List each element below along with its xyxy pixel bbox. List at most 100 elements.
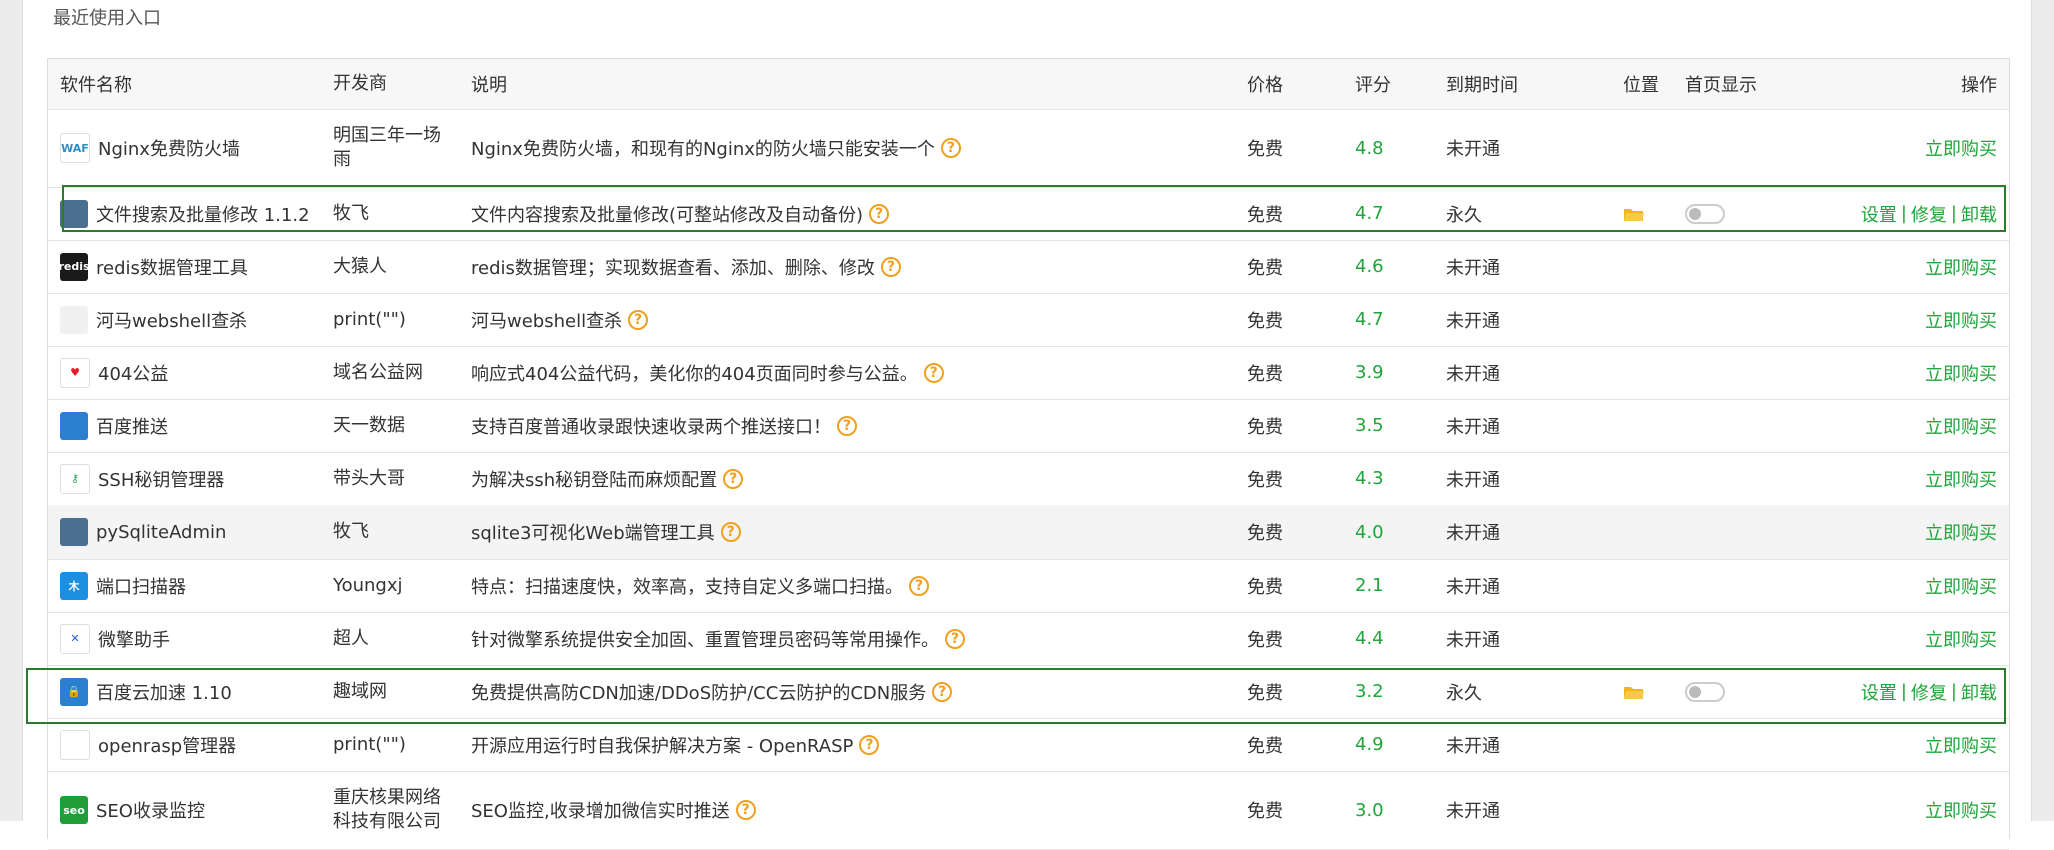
- plugin-developer: 带头大哥: [333, 467, 405, 489]
- plugin-developer: 牧飞: [333, 521, 369, 542]
- plugin-operations: 立即购买: [1797, 505, 1997, 559]
- repair-link[interactable]: 修复: [1911, 679, 1947, 705]
- column-header-expire: 到期时间: [1446, 75, 1518, 96]
- folder-icon[interactable]: [1623, 206, 1645, 222]
- plugin-operations: 设置 | 修复 | 卸载: [1797, 665, 1997, 718]
- plugin-score: 4.9: [1355, 734, 1384, 755]
- plugin-description: SEO监控,收录增加微信实时推送: [471, 801, 730, 822]
- plugin-description: 特点：扫描速度快，效率高，支持自定义多端口扫描。: [471, 576, 903, 598]
- buy-now-link[interactable]: 立即购买: [1925, 797, 1997, 823]
- plugin-description-cell: 河马webshell查杀?: [471, 293, 1251, 346]
- plugin-price: 免费: [1247, 204, 1283, 226]
- uninstall-link[interactable]: 卸载: [1961, 679, 1997, 705]
- help-icon[interactable]: ?: [859, 734, 880, 755]
- plugin-description-cell: 开源应用运行时自我保护解决方案 - OpenRASP?: [471, 718, 1251, 771]
- plugin-developer: 重庆核果网络科技有限公司: [333, 787, 441, 832]
- plugin-description: 响应式404公益代码，美化你的404页面同时参与公益。: [471, 363, 918, 385]
- plugin-position-cell: [1623, 665, 1683, 718]
- plugin-operations: 立即购买: [1797, 240, 1997, 293]
- help-icon[interactable]: ?: [723, 468, 744, 489]
- column-header-name: 软件名称: [60, 75, 132, 96]
- sqlite-icon: [60, 518, 88, 546]
- plugin-name: 微擎助手: [98, 629, 170, 651]
- hippo-icon: [60, 305, 88, 334]
- plugin-position-cell: [1623, 187, 1683, 240]
- plugin-description-cell: Nginx免费防火墙，和现有的Nginx的防火墙只能安装一个?: [471, 109, 1251, 187]
- help-icon[interactable]: ?: [940, 138, 961, 158]
- file-search-icon: [60, 199, 88, 228]
- plugin-score: 4.3: [1355, 468, 1384, 489]
- buy-now-link[interactable]: 立即购买: [1925, 360, 1997, 386]
- plugin-price: 免费: [1247, 310, 1283, 332]
- plugin-operations: 立即购买: [1797, 771, 1997, 849]
- plugin-name: 百度推送: [96, 416, 168, 438]
- repair-link[interactable]: 修复: [1911, 201, 1947, 227]
- buy-now-link[interactable]: 立即购买: [1925, 626, 1997, 652]
- help-icon[interactable]: ?: [932, 681, 953, 702]
- help-icon[interactable]: ?: [720, 522, 741, 542]
- plugin-name-cell: redis redis数据管理工具: [60, 240, 320, 293]
- plugin-description-cell: SEO监控,收录增加微信实时推送?: [471, 771, 1251, 849]
- plugin-score: 2.1: [1355, 575, 1384, 596]
- plugin-description: Nginx免费防火墙，和现有的Nginx的防火墙只能安装一个: [471, 139, 935, 160]
- buy-now-link[interactable]: 立即购买: [1925, 573, 1997, 599]
- plugin-description: 支持百度普通收录跟快速收录两个推送接口！: [471, 416, 831, 438]
- settings-link[interactable]: 设置: [1861, 679, 1897, 705]
- buy-now-link[interactable]: 立即购买: [1925, 135, 1997, 161]
- plugin-developer: print(""): [333, 733, 406, 755]
- buy-now-link[interactable]: 立即购买: [1925, 413, 1997, 439]
- buy-now-link[interactable]: 立即购买: [1925, 732, 1997, 758]
- plugin-expire: 未开通: [1446, 469, 1500, 491]
- plugin-expire: 未开通: [1446, 523, 1500, 544]
- help-icon[interactable]: ?: [869, 203, 890, 224]
- separator: |: [1950, 203, 1957, 224]
- plugin-developer: 牧飞: [333, 202, 369, 224]
- help-icon[interactable]: ?: [880, 256, 901, 277]
- buy-now-link[interactable]: 立即购买: [1925, 254, 1997, 280]
- help-icon[interactable]: ?: [923, 362, 944, 383]
- plugin-name: Nginx免费防火墙: [98, 139, 240, 160]
- plugin-name-cell: pySqliteAdmin: [60, 505, 320, 559]
- column-header-home-display: 首页显示: [1685, 75, 1757, 96]
- heart-icon: ♥: [60, 357, 90, 388]
- help-icon[interactable]: ?: [945, 628, 965, 649]
- help-icon[interactable]: ?: [909, 575, 929, 596]
- help-icon[interactable]: ?: [628, 309, 649, 330]
- plugin-price: 免费: [1247, 523, 1283, 544]
- buy-now-link[interactable]: 立即购买: [1925, 307, 1997, 333]
- buy-now-link[interactable]: 立即购买: [1925, 519, 1997, 545]
- settings-link[interactable]: 设置: [1861, 201, 1897, 227]
- plugin-score: 4.4: [1355, 628, 1384, 649]
- plugin-price: 免费: [1247, 469, 1283, 491]
- help-icon[interactable]: ?: [735, 800, 756, 820]
- plugin-name: SEO收录监控: [96, 801, 205, 822]
- plugin-description-cell: 为解决ssh秘钥登陆而麻烦配置?: [471, 452, 1251, 505]
- left-scroll-rail: [0, 0, 23, 821]
- plugin-operations: 立即购买: [1797, 452, 1997, 505]
- column-header-score: 评分: [1355, 75, 1391, 96]
- plugin-score: 3.9: [1355, 362, 1384, 383]
- plugin-price: 免费: [1247, 257, 1283, 279]
- plugin-description: 开源应用运行时自我保护解决方案 - OpenRASP: [471, 735, 854, 757]
- plugin-expire: 未开通: [1446, 576, 1500, 598]
- plugin-developer: 大猿人: [333, 255, 387, 277]
- plugin-name: 百度云加速 1.10: [96, 682, 232, 704]
- plugin-operations: 立即购买: [1797, 559, 1997, 612]
- home-display-toggle[interactable]: [1685, 203, 1725, 224]
- plugin-developer: 域名公益网: [333, 361, 423, 383]
- plugin-name-cell: WAF Nginx免费防火墙: [60, 109, 320, 187]
- folder-icon[interactable]: [1623, 684, 1645, 700]
- column-header-price: 价格: [1247, 75, 1283, 96]
- tools-icon: ✕: [60, 623, 90, 654]
- table-row: ✕ 微擎助手 超人 针对微擎系统提供安全加固、重置管理员密码等常用操作。? 免费 4.4 未…: [48, 612, 2009, 666]
- buy-now-link[interactable]: 立即购买: [1925, 466, 1997, 492]
- column-header-developer: 开发商: [333, 73, 387, 94]
- column-header-description: 说明: [471, 75, 507, 96]
- plugin-expire: 永久: [1446, 682, 1482, 704]
- plugin-description-cell: 特点：扫描速度快，效率高，支持自定义多端口扫描。?: [471, 559, 1251, 612]
- table-row: seo SEO收录监控 重庆核果网络科技有限公司 SEO监控,收录增加微信实时推送? 免…: [48, 771, 2009, 850]
- plugin-name: SSH秘钥管理器: [98, 469, 225, 491]
- help-icon[interactable]: ?: [837, 415, 857, 436]
- uninstall-link[interactable]: 卸载: [1961, 201, 1997, 227]
- home-display-toggle[interactable]: [1685, 681, 1725, 702]
